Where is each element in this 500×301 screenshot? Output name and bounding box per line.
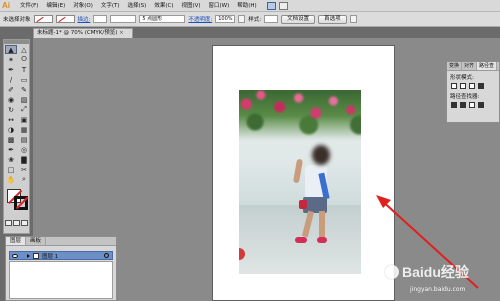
opacity-field[interactable]: 100% xyxy=(215,15,236,23)
close-icon[interactable]: × xyxy=(119,30,124,36)
unite-icon[interactable] xyxy=(451,83,457,89)
rotate-tool-icon[interactable]: ↻ xyxy=(5,105,17,114)
preferences-button[interactable]: 首选项 xyxy=(318,14,347,24)
exclude-icon[interactable] xyxy=(478,83,484,89)
stroke-color-dropdown[interactable] xyxy=(55,15,75,23)
photo-flowers xyxy=(239,90,361,140)
menu-view[interactable]: 视图(V) xyxy=(177,0,204,12)
style-label: 样式: xyxy=(248,17,262,23)
width-tool-icon[interactable]: ↔ xyxy=(5,115,17,124)
brush-definition-dropdown[interactable]: 5 点圆形 xyxy=(139,15,186,23)
divide-icon[interactable] xyxy=(451,102,457,108)
selection-tool-icon[interactable]: ▲ xyxy=(5,45,17,54)
tab-artboards[interactable]: 画板 xyxy=(26,237,47,245)
pen-tool-icon[interactable]: ✒ xyxy=(5,65,17,74)
free-transform-tool-icon[interactable]: ▣ xyxy=(18,115,30,124)
crop-icon[interactable] xyxy=(478,102,484,108)
placed-photo[interactable] xyxy=(239,90,361,274)
menu-select[interactable]: 选择(S) xyxy=(124,0,151,12)
layer-target-icon[interactable] xyxy=(104,253,109,258)
pathfinder-panel: 变换 对齐 路径查 形状模式: 路径查找器: xyxy=(446,61,500,123)
gradient-tool-icon[interactable]: ▤ xyxy=(18,135,30,144)
fill-stroke-widget[interactable] xyxy=(5,187,28,217)
stroke-swatch[interactable] xyxy=(14,196,28,210)
gradient-mode-button[interactable] xyxy=(13,220,20,226)
align-dropdown[interactable] xyxy=(349,15,357,23)
type-tool-icon[interactable]: T xyxy=(18,65,30,74)
scale-tool-icon[interactable]: ⤢ xyxy=(18,105,30,114)
magic-wand-tool-icon[interactable]: ✴ xyxy=(5,55,17,64)
direct-selection-tool-icon[interactable]: △ xyxy=(18,45,30,54)
watermark: Baidu经验 xyxy=(385,256,497,288)
menu-file[interactable]: 文件(F) xyxy=(16,0,42,12)
document-tab[interactable]: 未标题-1* @ 70% (CMYK/预览) × xyxy=(33,28,133,38)
eraser-tool-icon[interactable]: ▨ xyxy=(18,95,30,104)
photo-child xyxy=(292,145,335,260)
baidu-paw-logo xyxy=(385,265,399,279)
shape-modes-label: 形状模式: xyxy=(450,75,474,81)
symbol-sprayer-tool-icon[interactable]: ❀ xyxy=(5,155,17,164)
layer-row[interactable]: 图层 1 xyxy=(9,251,113,260)
column-graph-tool-icon[interactable]: ▇ xyxy=(18,155,30,164)
mesh-tool-icon[interactable]: ▩ xyxy=(5,135,17,144)
opacity-dropdown-arrow[interactable] xyxy=(238,15,246,23)
menu-help[interactable]: 帮助(H) xyxy=(233,0,260,12)
none-mode-button[interactable] xyxy=(21,220,28,226)
tab-layers[interactable]: 图层 xyxy=(6,237,27,245)
layer-thumbnail xyxy=(33,252,39,259)
eyedropper-tool-icon[interactable]: ✒ xyxy=(5,145,17,154)
document-setup-button[interactable]: 文档设置 xyxy=(281,14,316,24)
menu-edit[interactable]: 编辑(E) xyxy=(42,0,69,12)
opacity-label-link[interactable]: 不透明度: xyxy=(188,15,212,23)
zoom-tool-icon[interactable]: ⌕ xyxy=(18,175,30,184)
layers-panel: 图层 画板 图层 1 xyxy=(5,236,117,301)
menu-window[interactable]: 窗口(W) xyxy=(205,0,234,12)
minus-front-icon[interactable] xyxy=(460,83,466,89)
layers-list-area xyxy=(9,261,113,299)
bridge-icon[interactable] xyxy=(266,1,276,10)
control-bar: 未选择对象 描边: 5 点圆形 不透明度: 100% 样式: 文档设置 首选项 xyxy=(0,12,500,27)
pathfinders-label: 路径查找器: xyxy=(450,94,480,100)
hand-tool-icon[interactable]: ✋ xyxy=(5,175,17,184)
slice-tool-icon[interactable]: ✂ xyxy=(18,165,30,174)
selection-status: 未选择对象 xyxy=(3,17,31,23)
menu-effect[interactable]: 效果(C) xyxy=(150,0,177,12)
menu-type[interactable]: 文字(T) xyxy=(97,0,124,12)
tab-align[interactable]: 对齐 xyxy=(462,62,478,70)
blob-brush-tool-icon[interactable]: ◉ xyxy=(5,95,17,104)
tab-transform[interactable]: 变换 xyxy=(447,62,463,70)
visibility-eye-icon[interactable] xyxy=(12,253,18,258)
watermark-text: Baidu经验 xyxy=(402,264,469,280)
trim-icon[interactable] xyxy=(460,102,466,108)
pencil-tool-icon[interactable]: ✎ xyxy=(18,85,30,94)
tools-panel: ▲ △ ✴ ⭘ ✒ T ∕ ▭ ✐ ✎ ◉ ▨ ↻ ⤢ ↔ ▣ ◑ ▦ ▩ ▤ … xyxy=(3,39,30,234)
blend-tool-icon[interactable]: ◎ xyxy=(18,145,30,154)
menu-object[interactable]: 对象(O) xyxy=(69,0,97,12)
menu-bar: Ai 文件(F) 编辑(E) 对象(O) 文字(T) 选择(S) 效果(C) 视… xyxy=(0,0,500,12)
document-tab-title: 未标题-1* @ 70% (CMYK/预览) xyxy=(37,30,118,36)
stroke-weight-field[interactable] xyxy=(93,15,108,23)
paintbrush-tool-icon[interactable]: ✐ xyxy=(5,85,17,94)
watermark-url: jingyan.baidu.com xyxy=(410,286,466,293)
arrange-documents-icon[interactable] xyxy=(278,1,288,10)
tab-pathfinder[interactable]: 路径查 xyxy=(477,62,498,70)
stroke-label-link[interactable]: 描边: xyxy=(78,15,91,23)
expand-triangle-icon[interactable] xyxy=(27,253,30,258)
graphic-style-dropdown[interactable] xyxy=(264,15,279,23)
layer-name[interactable]: 图层 1 xyxy=(42,252,58,260)
perspective-grid-tool-icon[interactable]: ▦ xyxy=(18,125,30,134)
color-mode-button[interactable] xyxy=(5,220,12,226)
fill-color-dropdown[interactable] xyxy=(33,15,53,23)
variable-width-dropdown[interactable] xyxy=(110,15,137,23)
shape-builder-tool-icon[interactable]: ◑ xyxy=(5,125,17,134)
intersect-icon[interactable] xyxy=(469,83,475,89)
line-tool-icon[interactable]: ∕ xyxy=(5,75,17,84)
artboard-tool-icon[interactable]: □ xyxy=(5,165,17,174)
rectangle-tool-icon[interactable]: ▭ xyxy=(18,75,30,84)
merge-icon[interactable] xyxy=(469,102,475,108)
app-logo: Ai xyxy=(2,0,10,10)
lasso-tool-icon[interactable]: ⭘ xyxy=(18,55,30,64)
